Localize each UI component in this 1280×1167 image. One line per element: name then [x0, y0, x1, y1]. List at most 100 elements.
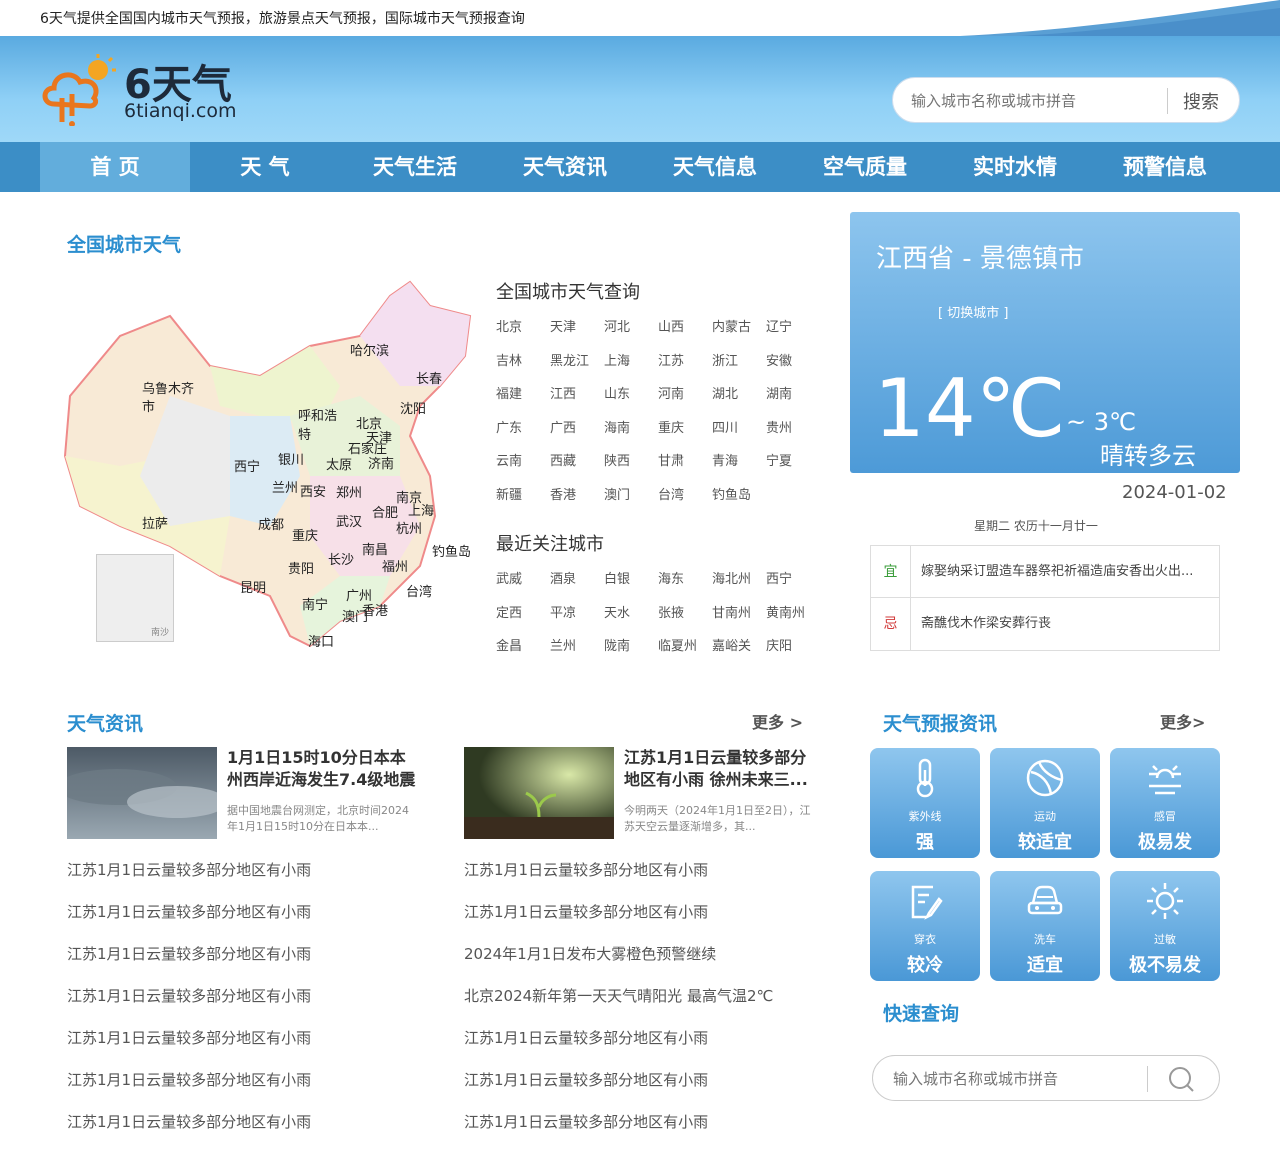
- header-search-input[interactable]: [911, 90, 1161, 112]
- recent-city-link[interactable]: 海东: [658, 568, 684, 587]
- map-label-xian[interactable]: 西安: [300, 481, 326, 500]
- map-label-zhengzhou[interactable]: 郑州: [336, 482, 362, 501]
- site-logo[interactable]: 6天气 6tianqi.com: [40, 54, 250, 126]
- province-link[interactable]: 辽宁: [766, 316, 792, 335]
- map-label-fuzhou[interactable]: 福州: [382, 556, 408, 575]
- province-link[interactable]: 内蒙古: [712, 316, 751, 335]
- news-list-item[interactable]: 江苏1月1日云量较多部分地区有小雨: [464, 1069, 708, 1090]
- news-list-item[interactable]: 江苏1月1日云量较多部分地区有小雨: [67, 1069, 311, 1090]
- province-link[interactable]: 江西: [550, 383, 576, 402]
- province-link[interactable]: 北京: [496, 316, 522, 335]
- recent-city-link[interactable]: 天水: [604, 602, 630, 621]
- map-label-shanghai[interactable]: 上海: [408, 500, 434, 519]
- recent-city-link[interactable]: 海北州: [712, 568, 751, 587]
- map-label-hangzhou[interactable]: 杭州: [396, 518, 422, 537]
- province-link[interactable]: 浙江: [712, 350, 738, 369]
- province-link[interactable]: 四川: [712, 417, 738, 436]
- tile-dress[interactable]: 穿衣 较冷: [870, 871, 980, 981]
- search-icon[interactable]: [1167, 1065, 1195, 1093]
- tile-uv[interactable]: 紫外线 强: [870, 748, 980, 858]
- featured-news-1-title[interactable]: 1月1日15时10分日本本州西岸近海发生7.4级地震: [227, 747, 417, 791]
- map-label-haikou[interactable]: 海口: [308, 631, 334, 650]
- province-link[interactable]: 澳门: [604, 484, 630, 503]
- news-list-item[interactable]: 江苏1月1日云量较多部分地区有小雨: [464, 1111, 708, 1132]
- recent-city-link[interactable]: 兰州: [550, 635, 576, 654]
- map-label-diaoyudao[interactable]: 钓鱼岛: [432, 541, 471, 560]
- recent-city-link[interactable]: 酒泉: [550, 568, 576, 587]
- switch-city-link[interactable]: [ 切换城市 ]: [938, 302, 1008, 321]
- map-label-changchun[interactable]: 长春: [416, 368, 442, 387]
- province-link[interactable]: 云南: [496, 450, 522, 469]
- province-link[interactable]: 山东: [604, 383, 630, 402]
- forecast-more-link[interactable]: 更多>: [1160, 709, 1205, 733]
- province-link[interactable]: 黑龙江: [550, 350, 589, 369]
- header-search-button[interactable]: 搜索: [1183, 88, 1219, 114]
- map-label-hohhot[interactable]: 呼和浩: [298, 405, 337, 424]
- news-list-item[interactable]: 江苏1月1日云量较多部分地区有小雨: [67, 1027, 311, 1048]
- recent-city-link[interactable]: 定西: [496, 602, 522, 621]
- recent-city-link[interactable]: 陇南: [604, 635, 630, 654]
- map-label-chengdu[interactable]: 成都: [258, 514, 284, 533]
- province-link[interactable]: 上海: [604, 350, 630, 369]
- nav-warnings[interactable]: 预警信息: [1090, 142, 1240, 192]
- recent-city-link[interactable]: 金昌: [496, 635, 522, 654]
- news-list-item[interactable]: 江苏1月1日云量较多部分地区有小雨: [67, 985, 311, 1006]
- province-link[interactable]: 宁夏: [766, 450, 792, 469]
- province-link[interactable]: 河南: [658, 383, 684, 402]
- map-label-changsha[interactable]: 长沙: [328, 549, 354, 568]
- province-link[interactable]: 甘肃: [658, 450, 684, 469]
- recent-city-link[interactable]: 白银: [604, 568, 630, 587]
- map-label-taiyuan[interactable]: 太原: [326, 454, 352, 473]
- map-label-hefei[interactable]: 合肥: [372, 502, 398, 521]
- province-link[interactable]: 吉林: [496, 350, 522, 369]
- recent-city-link[interactable]: 西宁: [766, 568, 792, 587]
- province-link[interactable]: 广东: [496, 417, 522, 436]
- map-label-yinchuan[interactable]: 银川: [278, 449, 304, 468]
- province-link[interactable]: 河北: [604, 316, 630, 335]
- province-link[interactable]: 钓鱼岛: [712, 484, 751, 503]
- nav-weather-news[interactable]: 天气资讯: [490, 142, 640, 192]
- map-label-lanzhou[interactable]: 兰州: [272, 477, 298, 496]
- province-link[interactable]: 广西: [550, 417, 576, 436]
- news-list-item[interactable]: 江苏1月1日云量较多部分地区有小雨: [67, 901, 311, 922]
- province-link[interactable]: 山西: [658, 316, 684, 335]
- quick-search-input[interactable]: [893, 1068, 1133, 1090]
- news-list-item[interactable]: 江苏1月1日云量较多部分地区有小雨: [67, 859, 311, 880]
- featured-news-2[interactable]: 江苏1月1日云量较多部分地区有小雨 徐州未来三... 今明两天（2024年1月1…: [464, 747, 814, 839]
- recent-city-link[interactable]: 嘉峪关: [712, 635, 751, 654]
- featured-news-2-title[interactable]: 江苏1月1日云量较多部分地区有小雨 徐州未来三...: [624, 747, 814, 791]
- tile-sport[interactable]: 运动 较适宜: [990, 748, 1100, 858]
- map-label-chongqing[interactable]: 重庆: [292, 525, 318, 544]
- province-link[interactable]: 湖南: [766, 383, 792, 402]
- map-label-lhasa[interactable]: 拉萨: [142, 513, 168, 532]
- province-link[interactable]: 福建: [496, 383, 522, 402]
- map-label-taiwan[interactable]: 台湾: [406, 581, 432, 600]
- news-list-item[interactable]: 江苏1月1日云量较多部分地区有小雨: [464, 901, 708, 922]
- nav-weather[interactable]: 天 气: [190, 142, 340, 192]
- map-label-nanning[interactable]: 南宁: [302, 594, 328, 613]
- tile-carwash[interactable]: 洗车 适宜: [990, 871, 1100, 981]
- map-label-xining[interactable]: 西宁: [234, 456, 260, 475]
- province-link[interactable]: 海南: [604, 417, 630, 436]
- province-link[interactable]: 江苏: [658, 350, 684, 369]
- news-list-item[interactable]: 江苏1月1日云量较多部分地区有小雨: [464, 1027, 708, 1048]
- recent-city-link[interactable]: 甘南州: [712, 602, 751, 621]
- recent-city-link[interactable]: 临夏州: [658, 635, 697, 654]
- news-list-item[interactable]: 江苏1月1日云量较多部分地区有小雨: [67, 1111, 311, 1132]
- tile-cold[interactable]: 感冒 极易发: [1110, 748, 1220, 858]
- map-label-harbin[interactable]: 哈尔滨: [350, 340, 389, 359]
- recent-city-link[interactable]: 庆阳: [766, 635, 792, 654]
- news-list-item[interactable]: 北京2024新年第一天天气晴阳光 最高气温2℃: [464, 985, 773, 1006]
- tile-allergy[interactable]: 过敏 极不易发: [1110, 871, 1220, 981]
- map-label-wuhan[interactable]: 武汉: [336, 511, 362, 530]
- province-link[interactable]: 湖北: [712, 383, 738, 402]
- map-label-guiyang[interactable]: 贵阳: [288, 558, 314, 577]
- recent-city-link[interactable]: 武威: [496, 568, 522, 587]
- province-link[interactable]: 新疆: [496, 484, 522, 503]
- province-link[interactable]: 天津: [550, 316, 576, 335]
- featured-news-1[interactable]: 1月1日15时10分日本本州西岸近海发生7.4级地震 据中国地震台网测定，北京时…: [67, 747, 417, 839]
- recent-city-link[interactable]: 平凉: [550, 602, 576, 621]
- nav-air-quality[interactable]: 空气质量: [790, 142, 940, 192]
- news-more-link[interactable]: 更多 >: [752, 709, 803, 733]
- map-label-urumqi-2[interactable]: 市: [142, 396, 155, 415]
